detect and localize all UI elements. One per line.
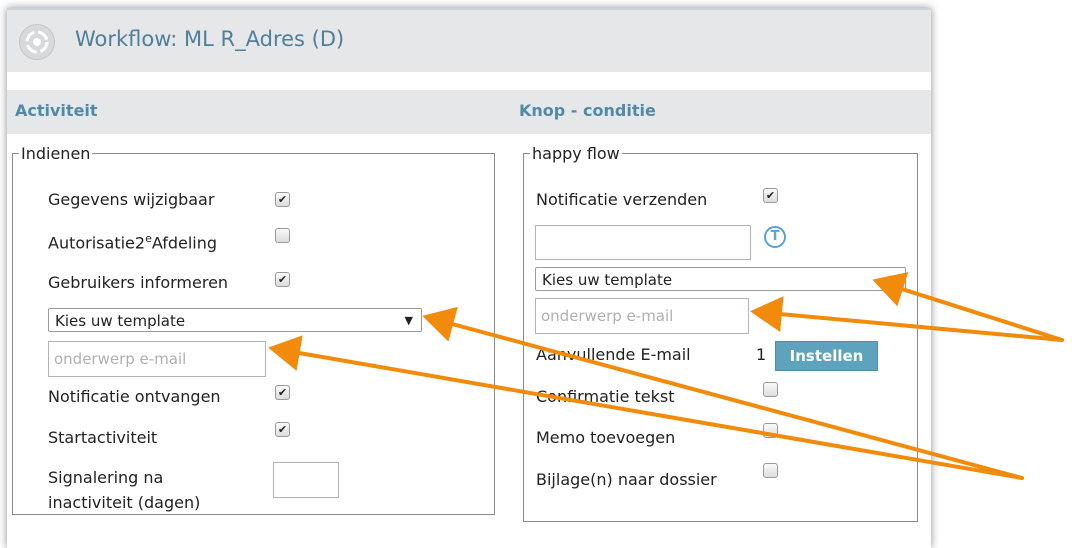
arrow-to-template-left — [422, 306, 1024, 480]
arrow-to-subject-left — [268, 335, 1024, 480]
annotation-arrows — [268, 272, 1064, 480]
